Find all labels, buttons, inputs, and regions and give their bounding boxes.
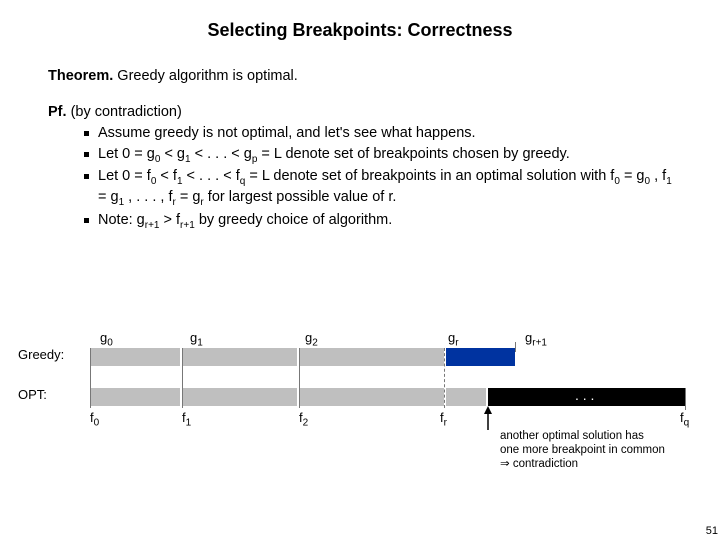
slide-body: Theorem. Greedy algorithm is optimal. Pf…	[0, 41, 720, 232]
b4-p3: by greedy choice of algorithm.	[199, 212, 392, 228]
opt-bar	[90, 388, 685, 406]
b2-p2: < g	[164, 146, 185, 162]
b4-sr1b: r+1	[180, 220, 195, 231]
label-f1: f1	[182, 410, 191, 429]
label-g2: g2	[305, 330, 318, 349]
b3-sq: q	[240, 176, 246, 187]
greedy-seg-3	[446, 348, 515, 366]
tick-gr1	[515, 342, 516, 352]
b2-sp: p	[252, 154, 258, 165]
b3-s1b: 1	[666, 176, 672, 187]
b3-p1: Let 0 = f	[98, 168, 151, 184]
greedy-seg-0	[90, 348, 180, 366]
opt-seg-0	[90, 388, 180, 406]
note-l3: ⇒ contradiction	[500, 458, 670, 472]
b3-p5: = g	[624, 168, 645, 184]
proof-intro: (by contradiction)	[71, 104, 182, 120]
note-l1: another optimal solution has	[500, 430, 670, 444]
b2-p3: < . . . < g	[195, 146, 252, 162]
b3-p10: for largest possible value of r.	[208, 189, 397, 205]
page-number: 51	[706, 525, 718, 537]
b3-s1: 1	[177, 176, 183, 187]
label-gr: gr	[448, 330, 459, 349]
b2-p1: Let 0 = g	[98, 146, 155, 162]
label-f2: f2	[299, 410, 308, 429]
bullet-1-text: Assume greedy is not optimal, and let's …	[98, 125, 476, 141]
theorem-text-val: Greedy algorithm is optimal.	[117, 68, 298, 84]
proof-block: Pf. (by contradiction) Assume greedy is …	[48, 103, 672, 233]
b3-p8: , . . . , f	[128, 189, 172, 205]
proof-label: Pf.	[48, 104, 67, 120]
b4-p1: Note: g	[98, 212, 145, 228]
label-gr1: gr+1	[525, 330, 547, 349]
b3-srb: r	[200, 197, 203, 208]
theorem-line: Theorem. Greedy algorithm is optimal.	[48, 67, 672, 87]
b2-s1: 1	[185, 154, 191, 165]
greedy-bar	[90, 348, 515, 366]
row-label-opt: OPT:	[18, 387, 47, 402]
label-g1: g1	[190, 330, 203, 349]
bullet-1: Assume greedy is not optimal, and let's …	[84, 124, 672, 144]
slide-title: Selecting Breakpoints: Correctness	[0, 0, 720, 41]
arrow-up-icon	[483, 406, 493, 430]
opt-seg-1	[182, 388, 297, 406]
tick-gr	[444, 348, 445, 408]
contradiction-note: another optimal solution has one more br…	[500, 430, 670, 471]
b3-s0: 0	[151, 176, 157, 187]
proof-bullets: Assume greedy is not optimal, and let's …	[48, 124, 672, 232]
opt-seg-3	[446, 388, 486, 406]
b3-p3: < . . . < f	[187, 168, 240, 184]
theorem-label: Theorem.	[48, 68, 113, 84]
row-label-greedy: Greedy:	[18, 347, 64, 362]
tick-fq	[685, 388, 686, 410]
label-fq: fq	[680, 410, 689, 429]
label-fr: fr	[440, 410, 447, 429]
note-l2: one more breakpoint in common	[500, 444, 670, 458]
b2-s0: 0	[155, 154, 161, 165]
bullet-2: Let 0 = g0 < g1 < . . . < gp = L denote …	[84, 145, 672, 166]
greedy-seg-1	[182, 348, 297, 366]
tick-g0	[90, 348, 91, 408]
tick-g2	[299, 348, 300, 408]
greedy-seg-2	[299, 348, 444, 366]
bullet-4: Note: gr+1 > fr+1 by greedy choice of al…	[84, 211, 672, 232]
label-f0: f0	[90, 410, 99, 429]
b3-s0c: 0	[645, 176, 651, 187]
tick-g1	[182, 348, 183, 408]
b3-p9: = g	[180, 189, 201, 205]
label-g0: g0	[100, 330, 113, 349]
opt-seg-2	[299, 388, 444, 406]
b3-s1c: 1	[119, 197, 125, 208]
b3-s0b: 0	[614, 176, 620, 187]
bullet-3: Let 0 = f0 < f1 < . . . < fq = L denote …	[84, 167, 672, 210]
b4-p2: > f	[164, 212, 181, 228]
b3-p6: , f	[654, 168, 666, 184]
b3-p2: < f	[160, 168, 177, 184]
b3-sr: r	[172, 197, 175, 208]
b3-p7: = g	[98, 189, 119, 205]
b2-p4: = L denote set of breakpoints chosen by …	[261, 146, 569, 162]
ellipsis: . . .	[575, 387, 594, 403]
b4-sr1: r+1	[145, 220, 160, 231]
b3-p4: = L denote set of breakpoints in an opti…	[249, 168, 614, 184]
